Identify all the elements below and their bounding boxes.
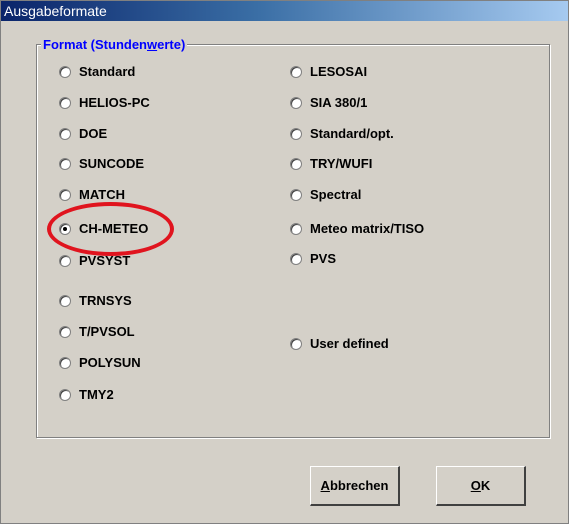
radio-indicator[interactable] (59, 325, 71, 338)
radio-pvsyst[interactable]: PVSYST (59, 253, 130, 268)
radio-user-defined[interactable]: User defined (290, 336, 389, 351)
radio-indicator[interactable] (290, 157, 302, 170)
radio-meteo-matrix-tiso[interactable]: Meteo matrix/TISO (290, 221, 424, 236)
ok-button[interactable]: OK (436, 466, 526, 506)
title-bar[interactable]: Ausgabeformate (1, 1, 568, 21)
radio-indicator[interactable] (59, 157, 71, 170)
radio-indicator[interactable] (59, 294, 71, 307)
radio-indicator[interactable] (290, 222, 302, 235)
radio-trnsys[interactable]: TRNSYS (59, 293, 132, 308)
radio-indicator[interactable] (290, 96, 302, 109)
radio-indicator[interactable] (59, 356, 71, 369)
radio-sia-380-1[interactable]: SIA 380/1 (290, 95, 367, 110)
group-legend: Format (Stundenwerte) (41, 37, 188, 52)
radio-indicator[interactable] (59, 96, 71, 109)
radio-try-wufi[interactable]: TRY/WUFI (290, 156, 372, 171)
radio-ch-meteo[interactable]: CH-METEO (59, 221, 148, 236)
radio-indicator[interactable] (59, 388, 71, 401)
radio-indicator-selected[interactable] (59, 222, 71, 235)
radio-match[interactable]: MATCH (59, 187, 125, 202)
radio-tmy2[interactable]: TMY2 (59, 387, 114, 402)
radio-standard-opt[interactable]: Standard/opt. (290, 126, 394, 141)
radio-suncode[interactable]: SUNCODE (59, 156, 144, 171)
radio-indicator[interactable] (59, 188, 71, 201)
radio-indicator[interactable] (290, 252, 302, 265)
radio-indicator[interactable] (290, 188, 302, 201)
radio-indicator[interactable] (290, 65, 302, 78)
radio-pvs[interactable]: PVS (290, 251, 336, 266)
radio-t-pvsol[interactable]: T/PVSOL (59, 324, 135, 339)
radio-indicator[interactable] (59, 254, 71, 267)
dialog-window: Ausgabeformate Format (Stundenwerte) Sta… (0, 0, 569, 524)
radio-standard[interactable]: Standard (59, 64, 135, 79)
radio-indicator[interactable] (290, 127, 302, 140)
radio-helios-pc[interactable]: HELIOS-PC (59, 95, 150, 110)
window-title: Ausgabeformate (4, 3, 107, 19)
radio-polysun[interactable]: POLYSUN (59, 355, 141, 370)
radio-indicator[interactable] (290, 337, 302, 350)
radio-doe[interactable]: DOE (59, 126, 107, 141)
radio-spectral[interactable]: Spectral (290, 187, 361, 202)
radio-indicator[interactable] (59, 65, 71, 78)
cancel-button[interactable]: Abbrechen (310, 466, 400, 506)
radio-lesosai[interactable]: LESOSAI (290, 64, 367, 79)
radio-indicator[interactable] (59, 127, 71, 140)
